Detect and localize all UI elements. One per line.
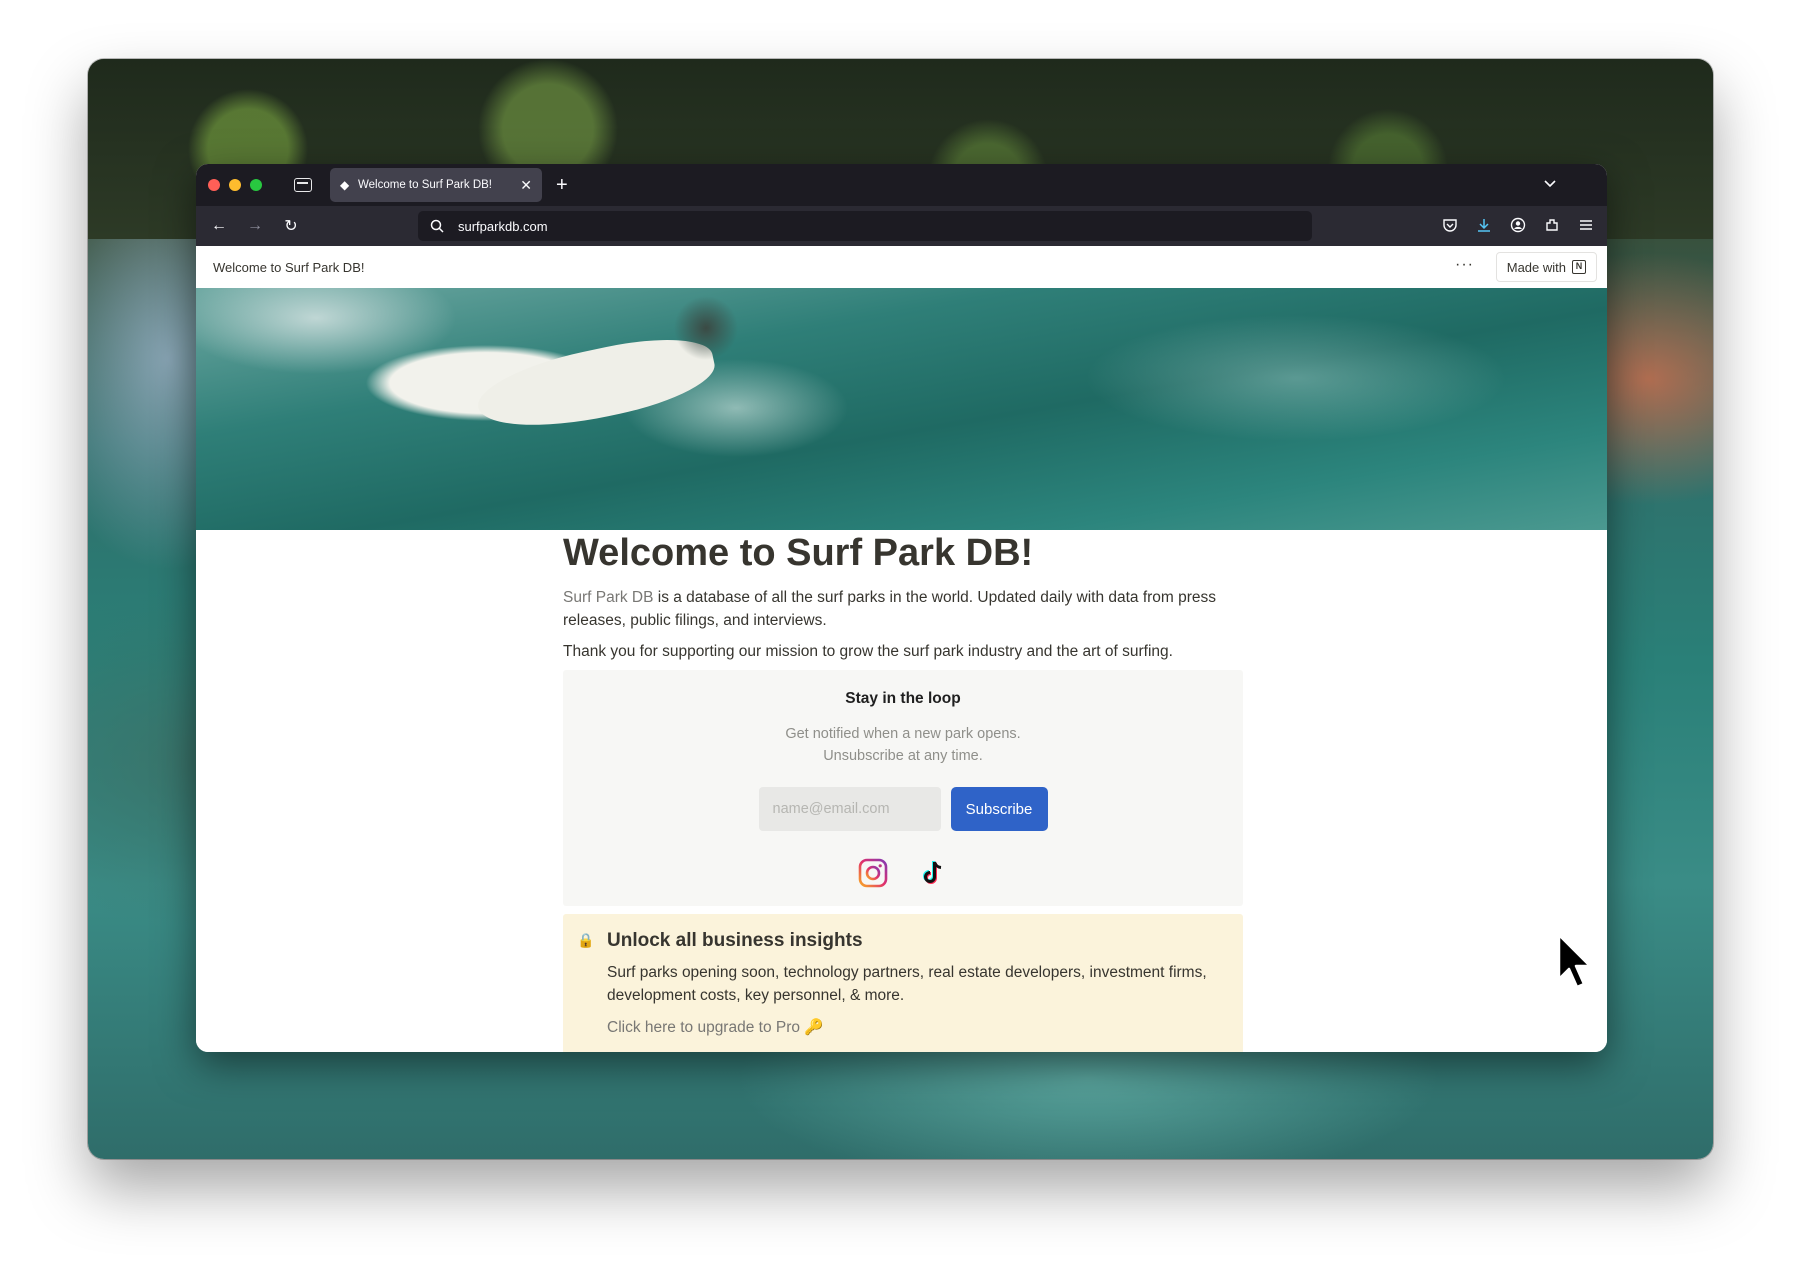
- newsletter-title: Stay in the loop: [845, 690, 961, 707]
- tab-overview-icon[interactable]: [294, 178, 312, 192]
- email-field[interactable]: [758, 787, 941, 831]
- intro-paragraph: Surf Park DB is a database of all the su…: [563, 586, 1243, 632]
- cover-image: [196, 288, 1607, 530]
- insights-title: Unlock all business insights: [607, 930, 863, 951]
- navigation-bar: ← → ↻ surfparkdb.com: [196, 206, 1607, 246]
- notion-logo-icon: N: [1572, 260, 1586, 274]
- address-bar[interactable]: surfparkdb.com: [418, 211, 1312, 241]
- newsletter-desc-line-2: Unsubscribe at any time.: [823, 748, 983, 764]
- account-icon[interactable]: [1509, 216, 1527, 234]
- menu-icon[interactable]: [1577, 216, 1595, 234]
- upgrade-link[interactable]: Click here to upgrade to Pro 🔑: [607, 1018, 1223, 1037]
- social-links: [563, 857, 1243, 889]
- close-tab-icon[interactable]: ✕: [520, 177, 532, 194]
- instagram-icon[interactable]: [857, 857, 889, 889]
- window-controls: [208, 179, 262, 191]
- newsletter-desc-line-1: Get notified when a new park opens.: [785, 726, 1021, 742]
- reload-button[interactable]: ↻: [276, 216, 306, 236]
- tab-active[interactable]: ◆ Welcome to Surf Park DB! ✕: [330, 168, 542, 202]
- extensions-icon[interactable]: [1543, 216, 1561, 234]
- newsletter-description: Get notified when a new park opens. Unsu…: [563, 723, 1243, 767]
- toolbar-icons: [1441, 216, 1595, 234]
- lock-icon: 🔒: [577, 932, 595, 948]
- insights-body: Surf parks opening soon, technology part…: [607, 964, 1207, 1004]
- new-tab-button[interactable]: +: [556, 175, 568, 195]
- maximize-window-button[interactable]: [250, 179, 262, 191]
- tab-bar: ◆ Welcome to Surf Park DB! ✕ +: [196, 164, 1607, 206]
- newsletter-box: Stay in the loop Get notified when a new…: [563, 670, 1243, 906]
- tiktok-icon[interactable]: [917, 857, 949, 889]
- subscribe-button[interactable]: Subscribe: [950, 787, 1048, 831]
- notion-topbar: Welcome to Surf Park DB! ··· Made with N: [196, 246, 1607, 288]
- close-window-button[interactable]: [208, 179, 220, 191]
- back-button[interactable]: ←: [204, 217, 234, 235]
- surf-park-db-link[interactable]: Surf Park DB: [563, 589, 653, 606]
- made-with-notion-button[interactable]: Made with N: [1495, 252, 1597, 282]
- page-content: Welcome to Surf Park DB! Surf Park DB is…: [563, 530, 1243, 1052]
- minimize-window-button[interactable]: [229, 179, 241, 191]
- browser-window: ◆ Welcome to Surf Park DB! ✕ + ← → ↻ sur…: [196, 164, 1607, 1052]
- notion-favicon-icon: ◆: [340, 178, 350, 192]
- pocket-icon[interactable]: [1441, 216, 1459, 234]
- made-with-label: Made with: [1506, 259, 1566, 275]
- mouse-cursor-icon: [1557, 933, 1592, 989]
- subscribe-row: Subscribe: [563, 787, 1243, 831]
- forward-button[interactable]: →: [240, 217, 270, 235]
- tab-title: Welcome to Surf Park DB!: [358, 179, 492, 191]
- web-page: Welcome to Surf Park DB! ··· Made with N…: [196, 246, 1607, 1052]
- insights-callout: 🔒 Unlock all business insights Surf park…: [563, 914, 1243, 1052]
- url-text: surfparkdb.com: [458, 218, 548, 234]
- thanks-paragraph: Thank you for supporting our mission to …: [563, 643, 1173, 660]
- breadcrumb[interactable]: Welcome to Surf Park DB!: [213, 260, 364, 275]
- downloads-icon[interactable]: [1475, 216, 1493, 234]
- intro-text: is a database of all the surf parks in t…: [563, 589, 1217, 629]
- page-title: Welcome to Surf Park DB!: [563, 532, 1034, 574]
- tab-list-chevron-icon[interactable]: [1543, 176, 1557, 194]
- more-options-icon[interactable]: ···: [1455, 256, 1474, 274]
- surfer-shape: [646, 288, 766, 383]
- search-icon: [430, 219, 444, 233]
